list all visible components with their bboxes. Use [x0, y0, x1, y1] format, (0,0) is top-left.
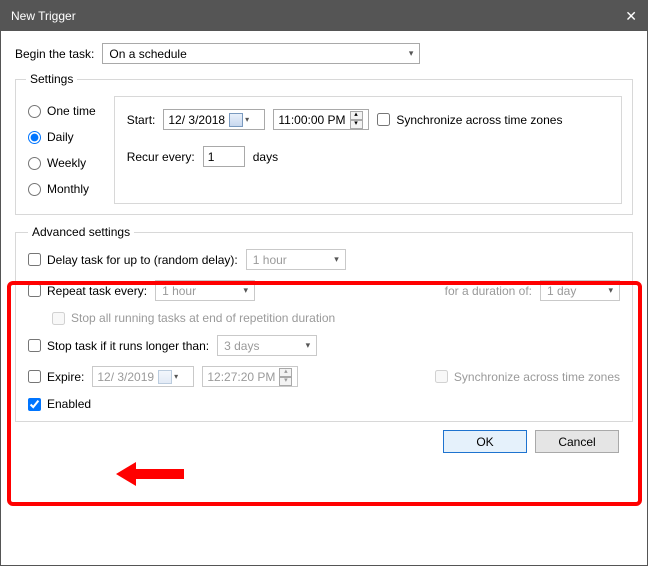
repeat-task-checkbox[interactable]: Repeat task every: [28, 284, 147, 298]
start-label: Start: [127, 113, 156, 127]
window-title: New Trigger [11, 9, 76, 23]
chevron-down-icon: ▾ [245, 115, 249, 124]
time-spinner[interactable]: ▴▾ [279, 368, 292, 386]
chevron-down-icon: ▾ [174, 372, 178, 381]
radio-monthly[interactable]: Monthly [28, 182, 96, 196]
settings-legend: Settings [26, 72, 77, 86]
settings-group: Settings One time Daily Weekly Monthly S… [15, 72, 633, 215]
radio-one-time[interactable]: One time [28, 104, 96, 118]
recur-days-input[interactable]: 1 [203, 146, 245, 167]
repeat-interval-combo[interactable]: 1 hour ▾ [155, 280, 255, 301]
chevron-down-icon: ▾ [244, 285, 249, 296]
expire-time-picker[interactable]: 12:27:20 PM ▴▾ [202, 366, 298, 387]
expire-sync-checkbox: Synchronize across time zones [435, 370, 620, 384]
start-time-picker[interactable]: 11:00:00 PM ▴▾ [273, 109, 369, 130]
advanced-legend: Advanced settings [28, 225, 134, 239]
recur-label: Recur every: [127, 150, 195, 164]
stop-if-longer-checkbox[interactable]: Stop task if it runs longer than: [28, 339, 209, 353]
delay-task-checkbox[interactable]: Delay task for up to (random delay): [28, 253, 238, 267]
stop-if-longer-combo[interactable]: 3 days ▾ [217, 335, 317, 356]
cancel-button[interactable]: Cancel [535, 430, 619, 453]
calendar-icon [158, 370, 172, 384]
dialog-window: New Trigger ✕ Begin the task: On a sched… [0, 0, 648, 566]
schedule-radio-group: One time Daily Weekly Monthly [26, 96, 102, 204]
duration-label: for a duration of: [445, 284, 532, 298]
recur-unit: days [253, 150, 278, 164]
begin-task-value: On a schedule [109, 47, 186, 61]
calendar-icon [229, 113, 243, 127]
titlebar: New Trigger ✕ [1, 1, 647, 31]
button-bar: OK Cancel [15, 422, 633, 453]
delay-task-combo[interactable]: 1 hour ▾ [246, 249, 346, 270]
stop-all-tasks-checkbox: Stop all running tasks at end of repetit… [52, 311, 335, 325]
chevron-down-icon: ▾ [306, 340, 311, 351]
advanced-settings-group: Advanced settings Delay task for up to (… [15, 225, 633, 422]
expire-checkbox[interactable]: Expire: [28, 370, 84, 384]
chevron-down-icon: ▾ [409, 48, 414, 59]
content-area: Begin the task: On a schedule ▾ Settings… [1, 31, 647, 463]
annotation-arrow-icon [116, 459, 186, 489]
time-spinner[interactable]: ▴▾ [350, 111, 363, 129]
begin-task-row: Begin the task: On a schedule ▾ [15, 43, 633, 64]
begin-task-combo[interactable]: On a schedule ▾ [102, 43, 420, 64]
start-time-value: 11:00:00 PM [278, 113, 345, 127]
close-icon[interactable]: ✕ [597, 8, 637, 25]
expire-date-picker[interactable]: 12/ 3/2019 ▾ [92, 366, 194, 387]
start-date-picker[interactable]: 12/ 3/2018 ▾ [163, 109, 265, 130]
radio-weekly[interactable]: Weekly [28, 156, 96, 170]
enabled-checkbox[interactable]: Enabled [28, 397, 91, 411]
ok-button[interactable]: OK [443, 430, 527, 453]
start-date-value: 12/ 3/2018 [168, 113, 225, 127]
duration-combo[interactable]: 1 day ▾ [540, 280, 620, 301]
chevron-down-icon: ▾ [334, 254, 339, 265]
begin-task-label: Begin the task: [15, 47, 94, 61]
chevron-down-icon: ▾ [608, 285, 613, 296]
sync-timezones-checkbox[interactable]: Synchronize across time zones [377, 113, 562, 127]
schedule-panel: Start: 12/ 3/2018 ▾ 11:00:00 PM ▴▾ Synch… [114, 96, 622, 204]
radio-daily[interactable]: Daily [28, 130, 96, 144]
